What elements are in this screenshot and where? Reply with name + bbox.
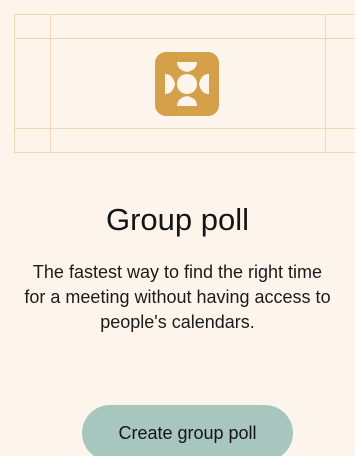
- group-poll-logo-icon: [155, 52, 219, 116]
- create-group-poll-button[interactable]: Create group poll: [82, 405, 293, 456]
- grid-line: [14, 128, 355, 129]
- grid-line: [14, 152, 355, 153]
- card-description: The fastest way to find the right time f…: [0, 260, 355, 335]
- description-line: for a meeting without having access to: [24, 287, 331, 307]
- grid-line: [325, 14, 326, 153]
- description-line: The fastest way to find the right time: [32, 262, 323, 282]
- description-line: people's calendars.: [100, 312, 255, 332]
- group-poll-card: Group poll The fastest way to find the r…: [0, 0, 355, 456]
- grid-line: [14, 38, 355, 39]
- card-title: Group poll: [105, 202, 250, 237]
- grid-line: [14, 14, 15, 153]
- grid-line: [14, 14, 355, 15]
- grid-line: [50, 14, 51, 153]
